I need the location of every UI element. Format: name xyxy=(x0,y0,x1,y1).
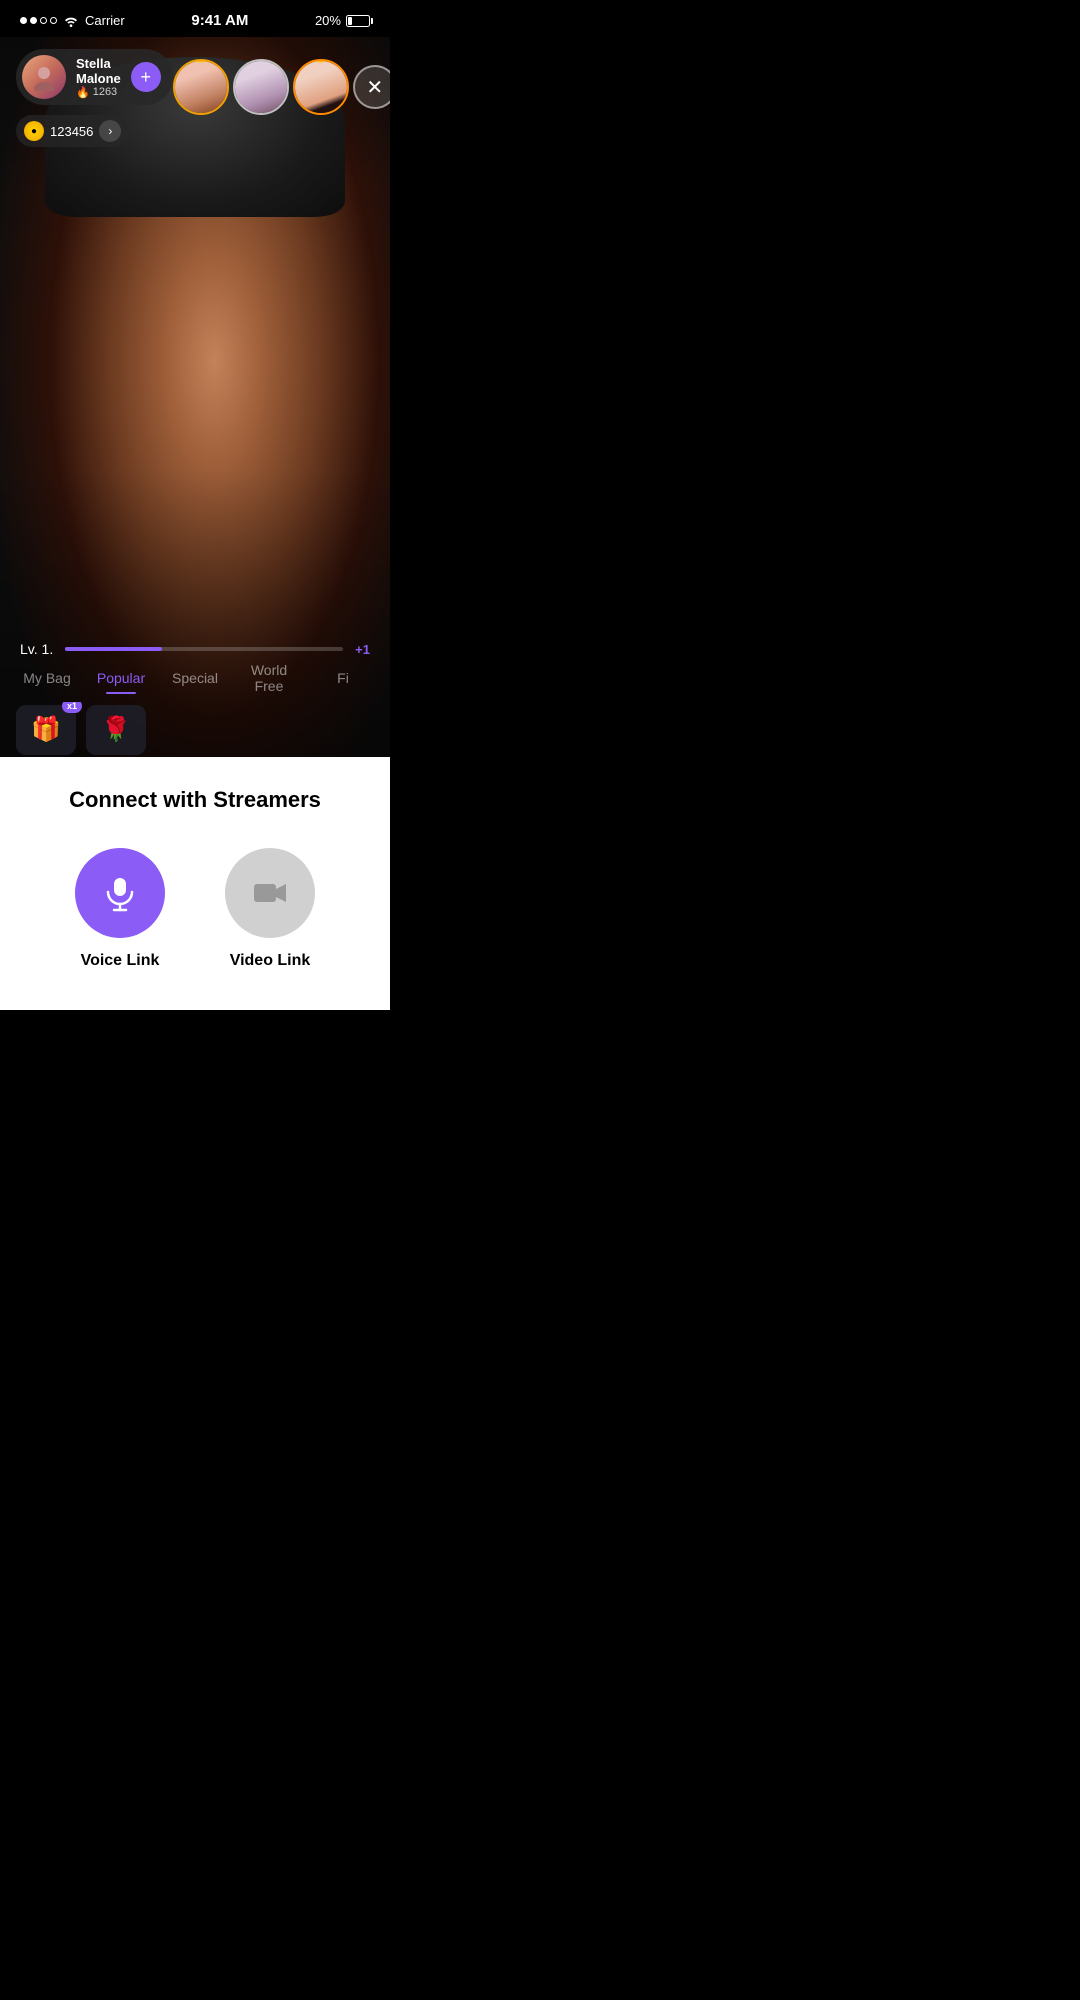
carrier-label: Carrier xyxy=(85,13,125,28)
viewer-face-2 xyxy=(235,61,287,113)
tab-popular[interactable]: Popular xyxy=(84,662,158,694)
gift-item-1[interactable]: x1 🎁 xyxy=(16,705,76,755)
voice-link-label: Voice Link xyxy=(81,952,160,970)
viewer-avatar-1[interactable]: 👑 xyxy=(173,59,229,115)
signal-dot-2 xyxy=(30,17,37,24)
streamer-name: Stella Malone xyxy=(76,56,121,86)
video-icon-circle xyxy=(225,848,315,938)
level-track xyxy=(65,647,343,651)
top-controls: Stella Malone 🔥 1263 + 👑 ♛ 👑 ✕ xyxy=(0,37,390,127)
voice-icon-circle xyxy=(75,848,165,938)
crown-1: 👑 xyxy=(192,59,209,64)
viewer-face-3 xyxy=(295,61,347,113)
gift-preview: x1 🎁 🌹 xyxy=(0,702,390,757)
tabs-section: My Bag Popular Special World Free Fi xyxy=(0,654,390,702)
microphone-icon xyxy=(101,874,139,912)
battery-percent: 20% xyxy=(315,13,341,28)
viewers-group: 👑 ♛ 👑 ✕ xyxy=(173,59,390,115)
tabs-row: My Bag Popular Special World Free Fi xyxy=(10,654,380,702)
tab-world-free[interactable]: World Free xyxy=(232,654,306,702)
status-bar: Carrier 9:41 AM 20% xyxy=(0,0,390,37)
close-button[interactable]: ✕ xyxy=(353,65,390,109)
signal-dot-4 xyxy=(50,17,57,24)
streamer-avatar xyxy=(22,55,66,99)
status-time: 9:41 AM xyxy=(191,12,248,29)
fire-icon: 🔥 xyxy=(76,86,90,99)
gift-icon-2: 🌹 xyxy=(101,715,131,744)
streamer-fire: 🔥 1263 xyxy=(76,86,121,99)
battery-fill xyxy=(348,17,352,25)
signal-dot-3 xyxy=(40,17,47,24)
gift-item-2[interactable]: 🌹 xyxy=(86,705,146,755)
level-fill xyxy=(65,647,162,651)
camera-icon xyxy=(251,874,289,912)
connect-title: Connect with Streamers xyxy=(20,787,370,813)
status-right: 20% xyxy=(315,13,370,28)
viewer-avatar-3[interactable]: 👑 xyxy=(293,59,349,115)
gift-badge: x1 xyxy=(62,702,82,713)
video-link-label: Video Link xyxy=(230,952,311,970)
wifi-icon xyxy=(63,15,79,27)
crown-3: 👑 xyxy=(312,59,329,64)
viewer-face-1 xyxy=(175,61,227,113)
signal-dot-1 xyxy=(20,17,27,24)
tab-special[interactable]: Special xyxy=(158,662,232,694)
streamer-card: Stella Malone 🔥 1263 + xyxy=(16,49,173,105)
follow-button[interactable]: + xyxy=(131,62,161,92)
voice-link-button[interactable]: Voice Link xyxy=(75,848,165,970)
streamer-info: Stella Malone 🔥 1263 xyxy=(76,56,121,99)
status-left: Carrier xyxy=(20,13,125,28)
tab-fi[interactable]: Fi xyxy=(306,662,380,694)
streamer-score: 1263 xyxy=(93,86,117,98)
battery-icon xyxy=(346,15,370,27)
gift-icon-1: 🎁 xyxy=(31,715,61,744)
connect-buttons: Voice Link Video Link xyxy=(20,848,370,970)
viewer-avatar-2[interactable]: ♛ xyxy=(233,59,289,115)
tab-my-bag[interactable]: My Bag xyxy=(10,662,84,694)
crown-2: ♛ xyxy=(255,59,268,64)
video-area: Stella Malone 🔥 1263 + 👑 ♛ 👑 ✕ xyxy=(0,37,390,757)
video-link-button[interactable]: Video Link xyxy=(225,848,315,970)
bottom-panel: Connect with Streamers Voice Link Video xyxy=(0,757,390,1010)
signal-dots xyxy=(20,17,57,24)
